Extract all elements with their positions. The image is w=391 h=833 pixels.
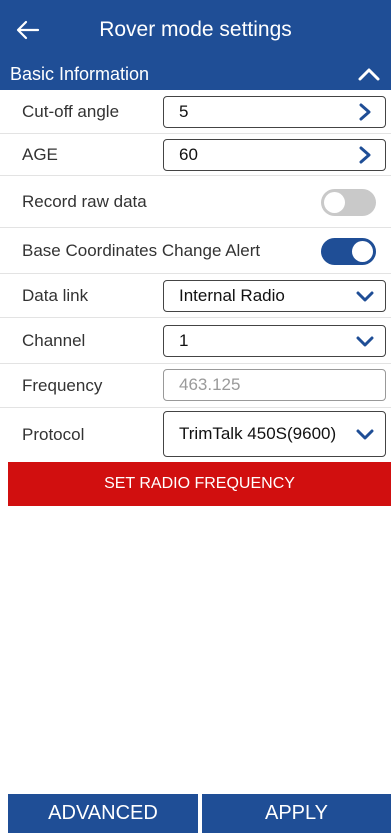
row-base-coordinates-alert: Base Coordinates Change Alert	[0, 228, 391, 274]
chevron-up-icon	[358, 68, 380, 81]
row-protocol: Protocol TrimTalk 450S(9600)	[0, 408, 391, 462]
frequency-input[interactable]: 463.125	[163, 369, 386, 401]
cutoff-angle-field[interactable]: 5	[163, 96, 386, 128]
base-coordinates-alert-label: Base Coordinates Change Alert	[22, 240, 261, 260]
page-title: Rover mode settings	[99, 18, 292, 41]
frequency-label: Frequency	[22, 375, 103, 395]
age-label: AGE	[22, 144, 58, 164]
row-data-link: Data link Internal Radio	[0, 274, 391, 318]
row-channel: Channel 1	[0, 318, 391, 364]
toggle-knob	[324, 192, 345, 213]
chevron-down-icon	[355, 286, 375, 306]
row-age: AGE 60	[0, 134, 391, 176]
row-cutoff-angle: Cut-off angle 5	[0, 90, 391, 134]
data-link-value: Internal Radio	[179, 286, 285, 305]
set-radio-frequency-button[interactable]: SET RADIO FREQUENCY	[8, 462, 391, 506]
protocol-value: TrimTalk 450S(9600)	[179, 424, 337, 443]
arrow-left-icon	[16, 20, 40, 40]
base-coordinates-alert-toggle[interactable]	[321, 238, 376, 265]
record-raw-data-toggle[interactable]	[321, 189, 376, 216]
data-link-label: Data link	[22, 285, 89, 305]
section-title: Basic Information	[10, 63, 150, 84]
protocol-select[interactable]: TrimTalk 450S(9600)	[163, 411, 386, 457]
data-link-select[interactable]: Internal Radio	[163, 280, 386, 312]
cutoff-angle-label: Cut-off angle	[22, 101, 120, 121]
channel-label: Channel	[22, 330, 86, 350]
chevron-down-icon	[355, 331, 375, 351]
chevron-right-icon	[355, 145, 375, 165]
back-button[interactable]	[0, 0, 56, 60]
protocol-label: Protocol	[22, 425, 85, 444]
row-frequency: Frequency 463.125	[0, 364, 391, 408]
channel-value: 1	[179, 331, 189, 350]
app-bar: Rover mode settings	[0, 0, 391, 60]
age-field[interactable]: 60	[163, 139, 386, 171]
section-header-basic-information[interactable]: Basic Information	[0, 58, 391, 90]
apply-button[interactable]: APPLY	[202, 794, 391, 833]
row-record-raw-data: Record raw data	[0, 176, 391, 228]
chevron-right-icon	[355, 102, 375, 122]
chevron-down-icon	[355, 424, 375, 444]
record-raw-data-label: Record raw data	[22, 191, 147, 211]
cutoff-angle-value: 5	[179, 102, 189, 121]
age-value: 60	[179, 145, 198, 164]
frequency-value: 463.125	[179, 375, 241, 394]
advanced-button[interactable]: ADVANCED	[8, 794, 198, 833]
channel-select[interactable]: 1	[163, 325, 386, 357]
toggle-knob	[352, 241, 373, 262]
